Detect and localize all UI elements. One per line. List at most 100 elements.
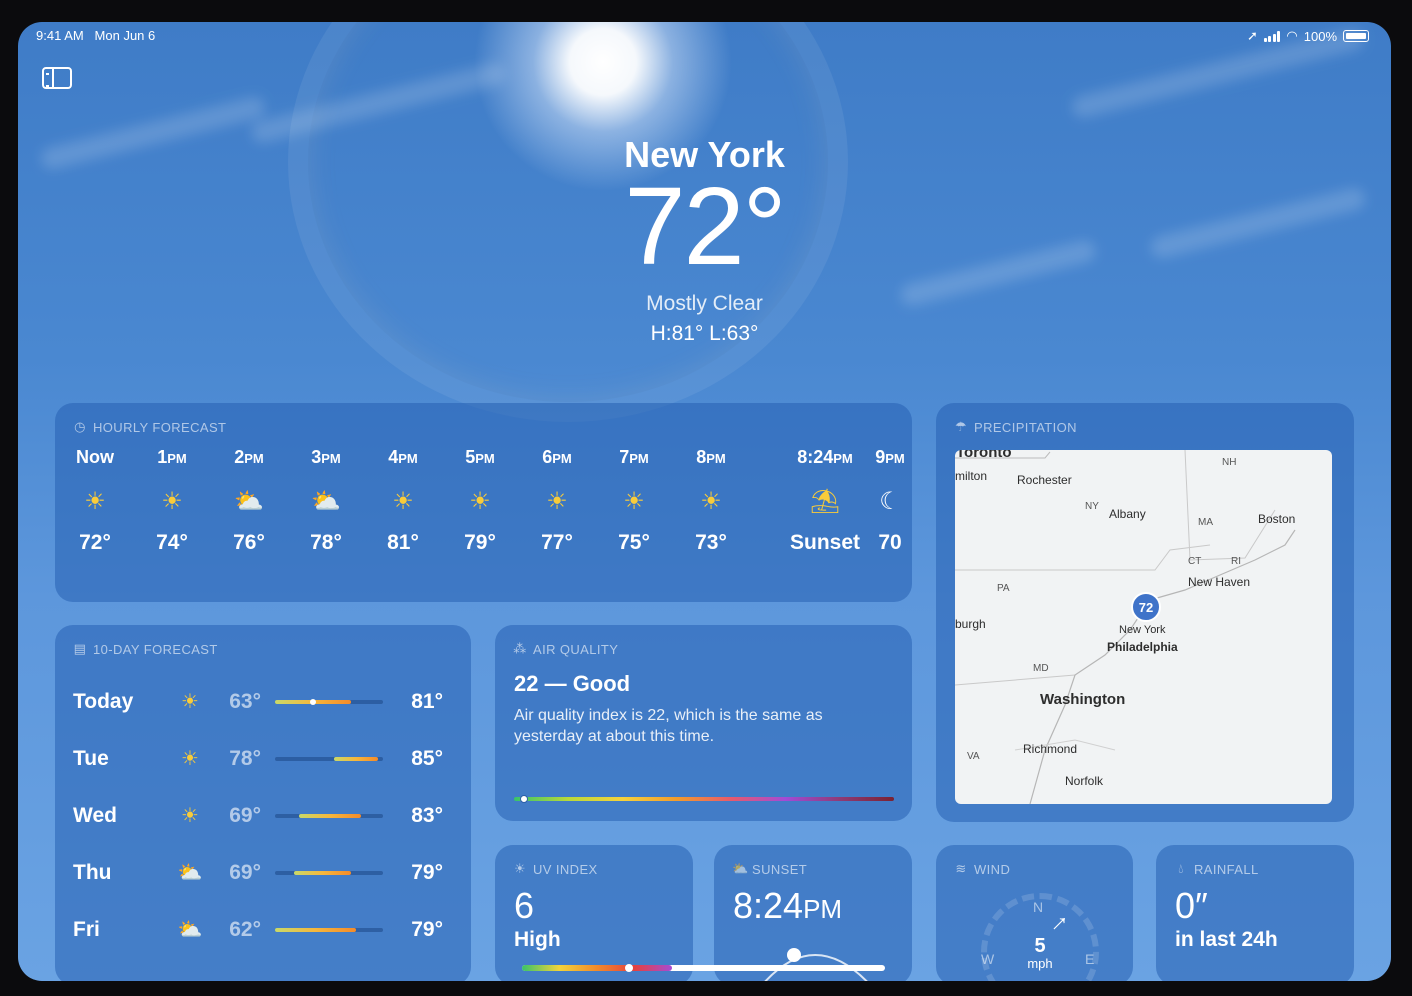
ten-day-forecast-header: ▤ 10-DAY FORECAST bbox=[73, 641, 218, 657]
clock-icon: ◷ bbox=[74, 419, 86, 434]
hourly-forecast-title: HOURLY FORECAST bbox=[93, 419, 227, 435]
sun-icon: ☀ bbox=[700, 487, 722, 515]
wind-speed-value: 5 bbox=[1034, 935, 1046, 957]
air-quality-indicator bbox=[520, 795, 528, 803]
day-name: Today bbox=[73, 689, 134, 713]
current-condition: Mostly Clear bbox=[646, 292, 763, 315]
sun-icon: ☀ bbox=[181, 691, 199, 713]
hourly-time: 3PM bbox=[311, 447, 341, 467]
weather-screen: 9:41 AM Mon Jun 6 ➚ ◠ 100% New York 72° … bbox=[18, 22, 1391, 981]
map-label-albany: Albany bbox=[1109, 507, 1146, 521]
hourly-temp: 77° bbox=[541, 531, 573, 554]
hourly-item: 9PM ☾ 70 bbox=[855, 447, 912, 555]
sun-path-curve bbox=[764, 948, 868, 981]
compass-north: N bbox=[1033, 899, 1044, 915]
map-label-va: VA bbox=[967, 751, 980, 762]
air-quality-value: 22 — Good bbox=[514, 671, 631, 696]
map-label-pa: PA bbox=[997, 583, 1010, 594]
current-temp-marker bbox=[310, 698, 316, 705]
sunset-time-value: 8:24 bbox=[733, 885, 804, 926]
hourly-item: 4PM ☀ 81° bbox=[368, 447, 438, 555]
sunset-card[interactable]: ⛅ SUNSET 8:24PM bbox=[714, 845, 912, 981]
hourly-temp: 74° bbox=[156, 531, 188, 554]
hourly-temp: 79° bbox=[464, 531, 496, 554]
precipitation-map[interactable]: Toronto milton Rochester NH NY Albany MA… bbox=[955, 450, 1332, 804]
hourly-time: Now bbox=[76, 447, 114, 467]
day-forecast-row: Tue ☀ 78° 85° bbox=[73, 730, 453, 787]
day-high-temp: 79° bbox=[411, 917, 443, 941]
air-quality-card[interactable]: ⁂ AIR QUALITY 22 — Good Air quality inde… bbox=[495, 625, 912, 821]
sunset-time-suffix: PM bbox=[803, 894, 843, 924]
uv-index-title: UV INDEX bbox=[533, 861, 598, 877]
map-label-richmond: Richmond bbox=[1023, 742, 1078, 756]
hourly-time: 5PM bbox=[465, 447, 495, 467]
sun-icon: ☀ bbox=[161, 487, 183, 515]
map-label-new-york: New York bbox=[1119, 624, 1166, 636]
map-label-ct: CT bbox=[1188, 556, 1202, 567]
air-quality-icon: ⁂ bbox=[513, 641, 527, 656]
hourly-time: 2PM bbox=[234, 447, 264, 467]
uv-index-header: ☀ UV INDEX bbox=[513, 861, 598, 877]
sunset-header: ⛅ SUNSET bbox=[732, 861, 807, 877]
temperature-range-bar bbox=[275, 927, 383, 932]
map-label-ri: RI bbox=[1231, 556, 1241, 567]
map-label-norfolk: Norfolk bbox=[1065, 774, 1104, 788]
ten-day-forecast-card[interactable]: ▤ 10-DAY FORECAST Today ☀ 63° 81° Tue ☀ 78° 85°… bbox=[55, 625, 471, 981]
wind-header: ≋ WIND bbox=[954, 861, 1010, 877]
sun-icon: ☀ bbox=[84, 487, 106, 515]
temperature-range-bar bbox=[275, 698, 383, 705]
wind-card[interactable]: ≋ WIND N E W ↑ 5 mph bbox=[936, 845, 1133, 981]
uv-index-scale-fill bbox=[522, 965, 672, 971]
uv-index-value: 6 bbox=[514, 885, 535, 926]
day-low-temp: 69° bbox=[229, 860, 261, 884]
ten-day-forecast-title: 10-DAY FORECAST bbox=[93, 641, 218, 657]
map-label-new-haven: New Haven bbox=[1188, 575, 1251, 589]
uv-index-scale bbox=[522, 964, 885, 972]
hourly-temp: 78° bbox=[310, 531, 342, 554]
day-name: Fri bbox=[73, 917, 100, 941]
precipitation-header: ☂ PRECIPITATION bbox=[954, 419, 1077, 435]
map-label-ny: NY bbox=[1085, 501, 1099, 512]
hourly-time: 9PM bbox=[875, 447, 905, 467]
sun-icon: ☀ bbox=[181, 805, 199, 827]
hourly-time: 6PM bbox=[542, 447, 572, 467]
calendar-icon: ▤ bbox=[73, 641, 87, 656]
day-high-temp: 85° bbox=[411, 746, 443, 770]
map-label-washington: Washington bbox=[1040, 691, 1126, 708]
uv-index-card[interactable]: ☀ UV INDEX 6 High bbox=[495, 845, 693, 981]
temperature-range-bar bbox=[275, 756, 383, 761]
day-name: Tue bbox=[73, 746, 109, 770]
compass-west: W bbox=[981, 951, 995, 967]
cellular-signal-icon bbox=[1263, 30, 1281, 42]
precipitation-card[interactable]: ☂ PRECIPITATION Toronto milton Rochester… bbox=[936, 403, 1354, 822]
wind-icon: ≋ bbox=[955, 861, 967, 876]
map-label-nh: NH bbox=[1222, 457, 1237, 468]
partly-cloudy-icon: ⛅ bbox=[311, 487, 341, 515]
wind-speed-unit: mph bbox=[1027, 956, 1053, 971]
sun-icon: ☀ bbox=[546, 487, 568, 515]
map-label-hamilton: milton bbox=[955, 469, 988, 483]
sidebar-toggle-button[interactable] bbox=[42, 67, 72, 89]
wind-speed: 5 mph bbox=[1015, 935, 1065, 973]
sunset-title: SUNSET bbox=[752, 861, 808, 877]
day-high-temp: 83° bbox=[411, 803, 443, 827]
hourly-temp: 72° bbox=[79, 531, 111, 554]
rainfall-card[interactable]: 💧︎ RAINFALL 0″ in last 24h bbox=[1156, 845, 1354, 981]
sunset-icon: ⛅ bbox=[732, 861, 749, 876]
hourly-time: 8PM bbox=[696, 447, 726, 467]
map-label-pittsburgh: burgh bbox=[955, 617, 986, 631]
hourly-time: 7PM bbox=[619, 447, 649, 467]
current-location-pin[interactable]: 72 bbox=[1131, 592, 1161, 622]
day-low-temp: 69° bbox=[229, 803, 261, 827]
sun-icon: ☀ bbox=[392, 487, 414, 515]
day-forecast-row: Fri ⛅ 62° 79° bbox=[73, 901, 453, 958]
wind-title: WIND bbox=[974, 861, 1011, 877]
battery-icon bbox=[1343, 30, 1369, 42]
hourly-item: 2PM ⛅ 76° bbox=[214, 447, 284, 555]
day-name: Thu bbox=[73, 860, 112, 884]
map-label-md: MD bbox=[1033, 663, 1049, 674]
air-quality-description: Air quality index is 22, which is the sa… bbox=[514, 707, 823, 745]
hourly-forecast-card[interactable]: ◷ HOURLY FORECAST Now ☀ 72° 1PM ☀ 74° 2PM ⛅ 76° 3… bbox=[55, 403, 912, 602]
hourly-temp: 75° bbox=[618, 531, 650, 554]
day-forecast-row: Today ☀ 63° 81° bbox=[73, 673, 453, 730]
